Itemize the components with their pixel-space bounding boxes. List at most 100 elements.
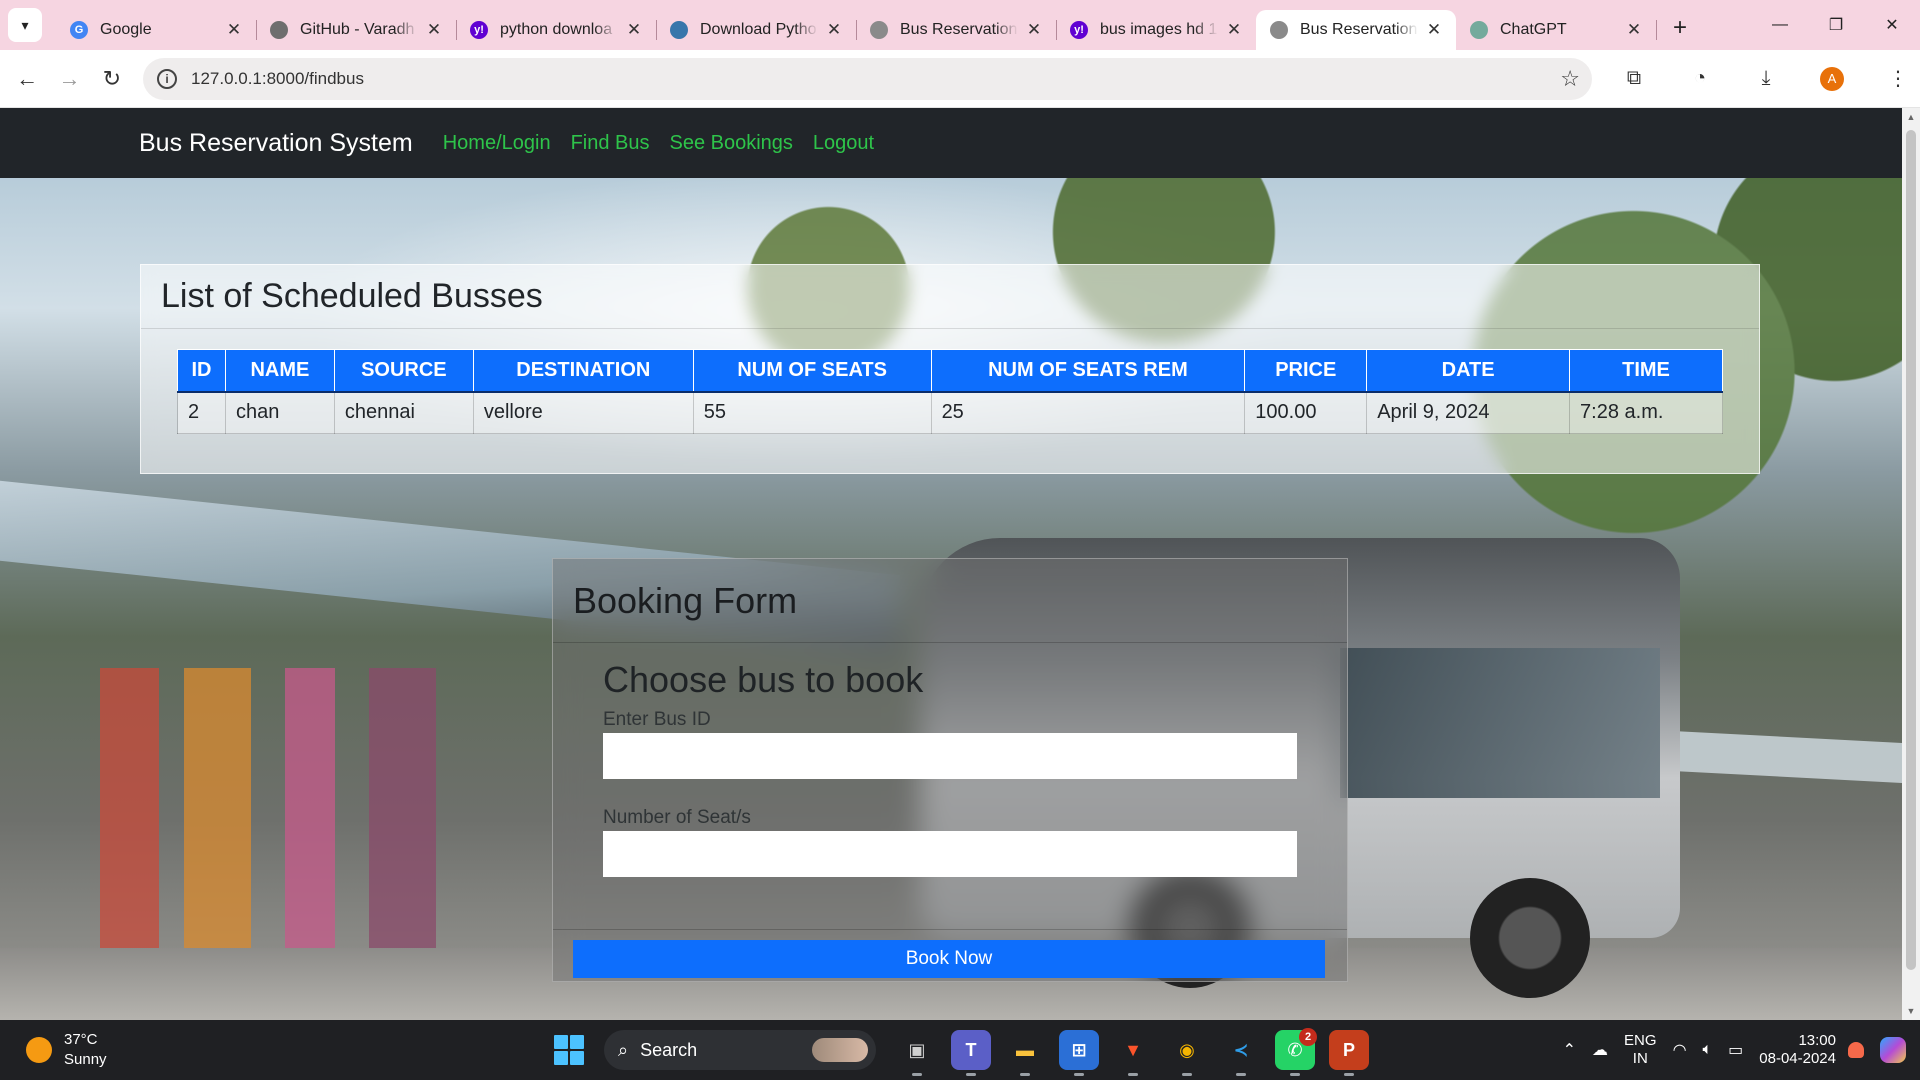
navbar-links: Home/Login Find Bus See Bookings Logout <box>443 132 894 155</box>
file-explorer-icon[interactable]: ▬ <box>1005 1030 1045 1076</box>
table-cell: 7:28 a.m. <box>1569 391 1723 434</box>
close-tab-icon[interactable]: ✕ <box>1224 20 1244 40</box>
browser-tab[interactable]: ChatGPT ✕ <box>1456 10 1657 50</box>
profile-button[interactable]: A <box>1810 57 1854 101</box>
nav-link-find-bus[interactable]: Find Bus <box>571 132 650 155</box>
close-tab-icon[interactable]: ✕ <box>424 20 444 40</box>
url-text[interactable]: 127.0.0.1:8000/findbus <box>191 69 1560 89</box>
column-header: NUM OF SEATS REM <box>930 349 1246 393</box>
downloads-button[interactable]: ⤓ <box>1744 57 1788 101</box>
task-view-icon[interactable]: ▣ <box>897 1030 937 1076</box>
system-clock[interactable]: 13:00 08-04-2024 <box>1759 1032 1836 1068</box>
close-tab-icon[interactable]: ✕ <box>624 20 644 40</box>
page-viewport: Bus Reservation System Home/Login Find B… <box>0 108 1902 1020</box>
forward-button[interactable]: → <box>48 57 90 101</box>
close-tab-icon[interactable]: ✕ <box>1024 20 1044 40</box>
book-now-button[interactable]: Book Now <box>573 940 1325 978</box>
wifi-icon[interactable]: ◠ <box>1673 1040 1687 1060</box>
search-icon: ⌕ <box>618 1039 629 1060</box>
language-indicator[interactable]: ENG IN <box>1624 1032 1657 1068</box>
chrome-icon[interactable]: ◉ <box>1167 1030 1207 1076</box>
close-tab-icon[interactable]: ✕ <box>1624 20 1644 40</box>
new-tab-button[interactable]: + <box>1662 10 1698 46</box>
onedrive-icon[interactable]: ☁ <box>1592 1040 1608 1060</box>
nav-link-see-bookings[interactable]: See Bookings <box>670 132 793 155</box>
booking-form-footer: Book Now <box>553 929 1347 981</box>
browser-tab[interactable]: Download Pytho ✕ <box>656 10 857 50</box>
column-header: ID <box>177 349 226 393</box>
seats-group: Number of Seat/s <box>603 807 1297 877</box>
performance-button[interactable]: ◔ <box>1678 57 1722 101</box>
scrollbar-thumb[interactable] <box>1906 130 1916 970</box>
brave-icon[interactable]: ▼ <box>1113 1030 1153 1076</box>
seats-input[interactable] <box>603 831 1297 877</box>
arrow-left-icon: ← <box>16 65 39 91</box>
clock-time: 13:00 <box>1798 1032 1836 1049</box>
powerpoint-icon[interactable]: P <box>1329 1030 1369 1076</box>
booking-form-card: Booking Form Choose bus to book Enter Bu… <box>552 558 1348 982</box>
vscode-icon[interactable]: ≺ <box>1221 1030 1261 1076</box>
scroll-down-icon[interactable]: ▼ <box>1902 1002 1920 1020</box>
site-navbar: Bus Reservation System Home/Login Find B… <box>0 108 1902 178</box>
tab-title: bus images hd 1 <box>1100 21 1218 38</box>
close-tab-icon[interactable]: ✕ <box>1424 20 1444 40</box>
bookmark-star-icon[interactable]: ☆ <box>1560 66 1580 92</box>
address-bar[interactable]: i 127.0.0.1:8000/findbus ☆ <box>142 57 1592 100</box>
whatsapp-icon[interactable]: ✆ 2 <box>1275 1028 1317 1076</box>
close-window-button[interactable]: ✕ <box>1864 0 1920 50</box>
restore-button[interactable]: ❐ <box>1808 0 1864 50</box>
booking-form: Choose bus to book Enter Bus ID Number o… <box>603 659 1297 877</box>
browser-tab[interactable]: Bus Reservation ✕ <box>856 10 1057 50</box>
close-tab-icon[interactable]: ✕ <box>224 20 244 40</box>
nav-link-home-login[interactable]: Home/Login <box>443 132 551 155</box>
tab-search-menu-button[interactable]: ▾ <box>8 8 42 42</box>
notification-bell-icon[interactable] <box>1848 1042 1864 1058</box>
browser-tab[interactable]: y! bus images hd 1 ✕ <box>1056 10 1257 50</box>
window-controls: — ❐ ✕ <box>1752 0 1920 50</box>
teams-icon[interactable]: T <box>951 1030 991 1076</box>
nav-link-logout[interactable]: Logout <box>813 132 874 155</box>
bus-id-label: Enter Bus ID <box>603 709 711 730</box>
language-code: ENG <box>1624 1032 1657 1049</box>
table-cell: 100.00 <box>1244 391 1368 434</box>
show-hidden-icons-chevron-icon[interactable]: ⌃ <box>1563 1040 1576 1060</box>
browser-menu-button[interactable]: ⋮ <box>1876 57 1920 101</box>
microsoft-store-icon[interactable]: ⊞ <box>1059 1030 1099 1076</box>
github-icon <box>270 21 288 39</box>
table-cell: 55 <box>692 391 932 434</box>
browser-tab[interactable]: GitHub - Varadh ✕ <box>256 10 457 50</box>
search-highlight-image <box>812 1038 868 1062</box>
close-tab-icon[interactable]: ✕ <box>824 20 844 40</box>
navbar-brand[interactable]: Bus Reservation System <box>139 129 413 158</box>
chevron-down-icon: ▾ <box>21 16 29 33</box>
browser-tab[interactable]: y! python downloa ✕ <box>456 10 657 50</box>
bus-id-input[interactable] <box>603 733 1297 779</box>
scroll-up-icon[interactable]: ▲ <box>1902 108 1920 126</box>
browser-tab[interactable]: G Google ✕ <box>56 10 257 50</box>
table-header-row: ID NAME SOURCE DESTINATION NUM OF SEATS NUM O… <box>177 349 1723 393</box>
battery-icon[interactable]: ▭ <box>1728 1040 1743 1060</box>
page-scrollbar[interactable]: ▲ ▼ <box>1902 108 1920 1020</box>
taskbar-apps: ⌕ Search ▣ T ▬ ⊞ ▼ ◉ ≺ ✆ 2 P <box>554 1028 1376 1076</box>
reload-button[interactable]: ↻ <box>91 57 133 101</box>
booking-form-header: Booking Form <box>553 559 1347 643</box>
tab-title: Google <box>100 21 152 38</box>
bus-list-title: List of Scheduled Busses <box>141 265 1759 329</box>
minimize-button[interactable]: — <box>1752 0 1808 50</box>
weather-widget[interactable]: 37°C Sunny <box>26 1030 107 1070</box>
browser-tab[interactable]: Bus Reservation ✕ <box>1256 10 1456 50</box>
column-header: DATE <box>1366 349 1571 393</box>
tab-title: ChatGPT <box>1500 21 1567 38</box>
close-icon: ✕ <box>1885 17 1899 34</box>
table-body: 2 chan chennai vellore 55 25 100.00 April 9, 20… <box>177 391 1723 434</box>
back-button[interactable]: ← <box>6 57 48 101</box>
extensions-button[interactable]: ⧉ <box>1612 57 1656 101</box>
windows-start-icon[interactable] <box>554 1035 584 1065</box>
column-header: DESTINATION <box>472 349 694 393</box>
taskbar-search[interactable]: ⌕ Search <box>604 1030 876 1070</box>
copilot-icon[interactable] <box>1880 1037 1906 1063</box>
avatar: A <box>1819 66 1844 91</box>
globe-icon <box>870 21 888 39</box>
volume-icon[interactable]: 🔈︎ <box>1703 1041 1713 1059</box>
site-info-icon[interactable]: i <box>156 68 177 89</box>
